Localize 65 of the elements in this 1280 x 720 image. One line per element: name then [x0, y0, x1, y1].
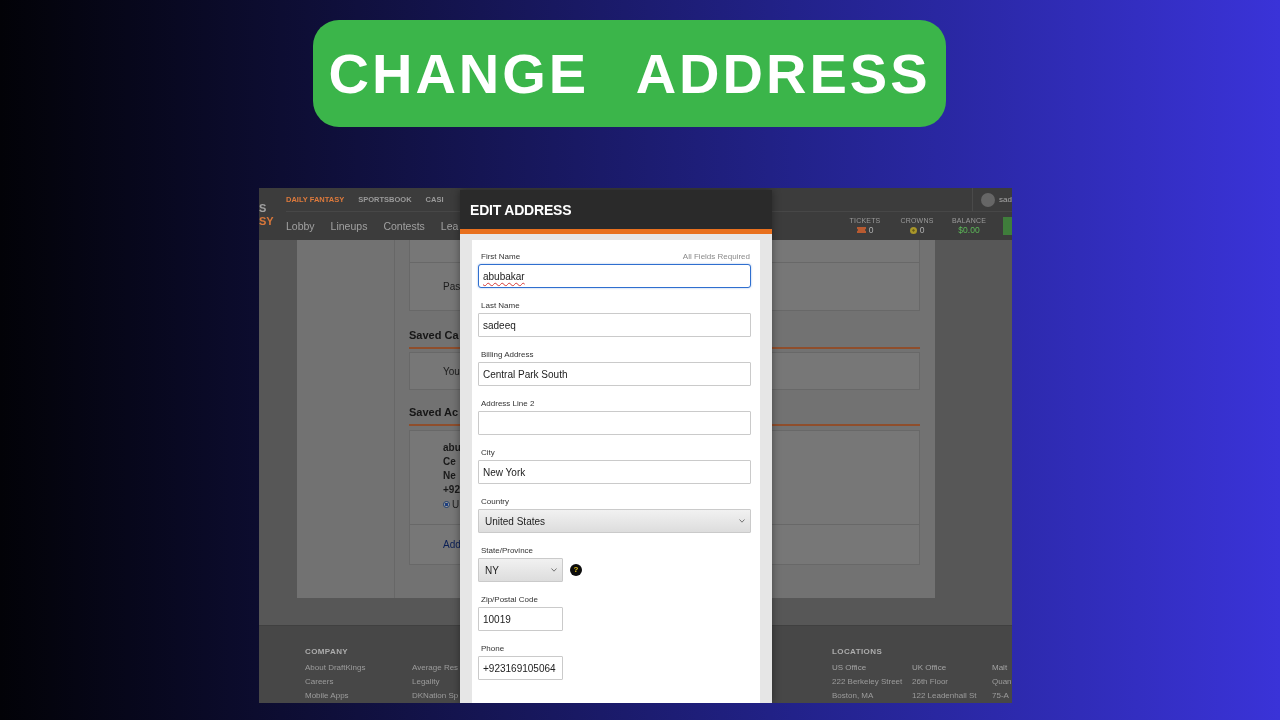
footer-heading: COMPANY: [305, 647, 349, 657]
field-label: Zip/Postal Code: [481, 595, 538, 604]
footer-link[interactable]: Legality: [412, 675, 440, 689]
office-name: Malt: [992, 662, 1008, 674]
address-line: Ne: [443, 469, 456, 483]
address-line: +92: [443, 483, 460, 497]
office-address: Boston, MA: [832, 690, 874, 702]
office-name: UK Office: [912, 662, 947, 674]
office-address: 122 Leadenhall St: [912, 690, 977, 702]
office-address: Quan: [992, 676, 1012, 688]
text-input[interactable]: Central Park South: [478, 362, 751, 386]
chevron-down-icon: [739, 519, 745, 523]
field-label: State/Province: [481, 546, 534, 555]
nav-link[interactable]: Lobby: [286, 220, 315, 232]
nav-link[interactable]: Lineups: [330, 220, 368, 232]
footer-link[interactable]: About DraftKings: [305, 661, 366, 675]
office-name: US Office: [832, 662, 867, 674]
field-label: Country: [481, 497, 509, 506]
dropdown[interactable]: United States: [478, 509, 751, 533]
card-text: Pas: [443, 281, 461, 292]
footer-link[interactable]: Average Res: [412, 661, 459, 675]
text-input[interactable]: abubakar: [478, 264, 751, 288]
office-address: 26th Floor: [912, 676, 949, 688]
title-banner: CHANGE ADDRESS: [313, 20, 946, 127]
text-input[interactable]: New York: [478, 460, 751, 484]
chevron-down-icon: [551, 568, 557, 572]
office-address: 75-A: [992, 690, 1009, 702]
radio-label: U: [452, 498, 460, 510]
field-label: City: [481, 448, 495, 457]
stat-value: 0: [919, 225, 925, 235]
dropdown[interactable]: NY: [478, 558, 563, 582]
text-input[interactable]: [478, 411, 751, 435]
text-input[interactable]: 10019: [478, 607, 563, 631]
text-input[interactable]: +923169105064: [478, 656, 563, 680]
field-label: Address Line 2: [481, 399, 535, 408]
card-text: You: [443, 365, 460, 377]
section-heading: Saved Ac: [409, 405, 459, 419]
user-name[interactable]: sad: [999, 195, 1012, 204]
field-label: Last Name: [481, 301, 520, 310]
footer-link[interactable]: Mobile Apps: [305, 689, 349, 703]
nav-link[interactable]: Lea: [440, 220, 459, 232]
avatar-icon[interactable]: [981, 192, 996, 207]
required-note: All Fields Required: [682, 252, 750, 261]
stat-value: 0: [868, 225, 874, 235]
text-input[interactable]: sadeeq: [478, 313, 751, 337]
office-address: 222 Berkeley Street: [832, 676, 903, 688]
help-icon[interactable]: ?: [570, 564, 582, 576]
footer-heading: LOCATIONS: [832, 647, 883, 657]
address-line: Ce: [443, 455, 456, 469]
ticket-icon: [856, 227, 866, 233]
address-line: abu: [443, 441, 461, 455]
radio-button[interactable]: [443, 500, 450, 508]
field-label: First Name: [481, 252, 521, 261]
nav-link[interactable]: Contests: [383, 220, 425, 232]
add-link[interactable]: Add: [443, 539, 461, 550]
dialog-title: EDIT ADDRESS: [470, 201, 572, 218]
footer-link[interactable]: DKNation Sp: [412, 689, 459, 703]
logo-text: S: [259, 202, 267, 214]
stat-value: $0.00: [958, 225, 980, 235]
field-label: Billing Address: [481, 350, 534, 359]
coin-icon: [909, 226, 917, 234]
logo-text: SY: [259, 215, 274, 227]
footer-link[interactable]: Careers: [305, 675, 334, 689]
field-label: Phone: [481, 644, 505, 653]
section-heading: Saved Ca: [409, 328, 459, 342]
